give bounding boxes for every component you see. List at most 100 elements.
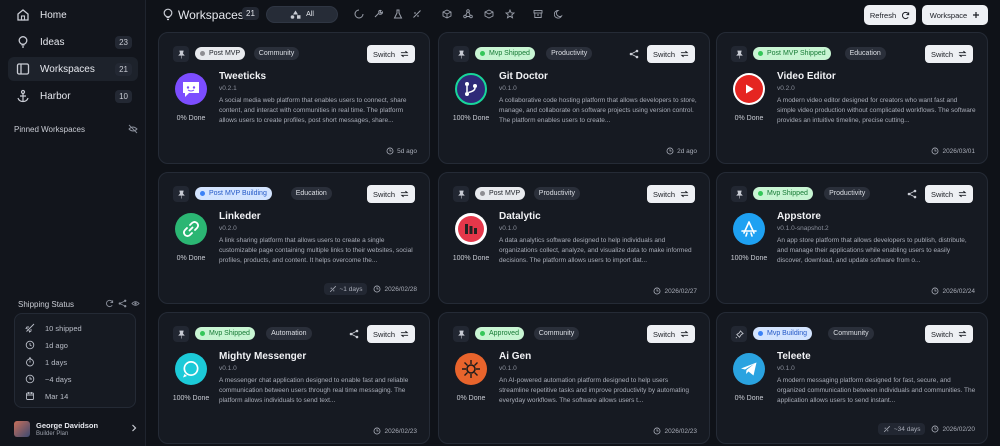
workspace-meta: 2026/02/23 bbox=[653, 427, 697, 435]
switch-button[interactable]: Switch bbox=[925, 45, 973, 63]
eta-chip: ~34 days bbox=[877, 423, 926, 435]
filter-loading-icon[interactable] bbox=[354, 9, 364, 22]
filter-tools-icon[interactable] bbox=[373, 9, 384, 22]
status-label: Post MVP Shipped bbox=[767, 50, 826, 57]
shipping-row: ~4 days bbox=[25, 374, 71, 384]
filter-star-icon[interactable] bbox=[504, 8, 516, 22]
workspace-version: v0.1.0 bbox=[499, 85, 517, 92]
swap-icon bbox=[400, 330, 409, 338]
workspace-meta: 5d ago bbox=[386, 147, 417, 155]
date-label: 2026/03/01 bbox=[942, 147, 975, 155]
status-badge: Post MVP bbox=[195, 47, 246, 60]
progress-label: 100% Done bbox=[452, 115, 490, 122]
share-icon[interactable] bbox=[118, 299, 127, 311]
workspace-name: Mighty Messenger bbox=[219, 351, 307, 362]
eye-off-icon[interactable] bbox=[128, 124, 138, 137]
switch-button[interactable]: Switch bbox=[647, 185, 695, 203]
filter-moon-icon[interactable] bbox=[553, 9, 564, 22]
pin-icon[interactable] bbox=[731, 326, 747, 342]
switch-button[interactable]: Switch bbox=[647, 45, 695, 63]
sidebar-item-home[interactable]: Home bbox=[8, 3, 138, 27]
avatar bbox=[14, 421, 30, 437]
progress-label: 0% Done bbox=[456, 395, 486, 402]
pin-icon[interactable] bbox=[173, 46, 189, 62]
pin-icon[interactable] bbox=[453, 326, 469, 342]
shipping-date: Mar 14 bbox=[45, 391, 69, 401]
workspace-meta: 2026/02/24 bbox=[931, 287, 975, 295]
pin-icon[interactable] bbox=[731, 186, 747, 202]
pin-icon[interactable] bbox=[173, 326, 189, 342]
swap-icon bbox=[400, 190, 409, 198]
filter-all-button[interactable]: All bbox=[266, 6, 338, 23]
swap-icon bbox=[958, 190, 967, 198]
workspace-name: Datalytic bbox=[499, 211, 541, 222]
user-plan: Builder Plan bbox=[36, 430, 69, 437]
switch-button[interactable]: Switch bbox=[367, 45, 415, 63]
eye-icon[interactable] bbox=[131, 299, 140, 311]
filter-cube-icon[interactable] bbox=[442, 9, 452, 22]
app-logo-bar-chart-icon bbox=[455, 213, 487, 245]
share-icon[interactable] bbox=[905, 187, 919, 201]
date-chip: 2026/02/23 bbox=[653, 427, 697, 435]
category-badge: Productivity bbox=[546, 47, 593, 60]
filter-flask-icon[interactable] bbox=[393, 9, 403, 22]
workspace-card[interactable]: Post MVP Productivity Switch 100% Done D… bbox=[438, 172, 710, 304]
workspace-meta: ~34 days 2026/02/20 bbox=[877, 423, 975, 435]
refresh-icon[interactable] bbox=[105, 299, 114, 311]
category-label: Productivity bbox=[551, 50, 588, 57]
workspace-card[interactable]: Post MVP Community Switch 0% Done Tweeti… bbox=[158, 32, 430, 164]
workspace-card[interactable]: Mvp Shipped Productivity Switch 100% Don… bbox=[438, 32, 710, 164]
sidebar-item-workspaces[interactable]: Workspaces 21 bbox=[8, 57, 138, 81]
share-icon[interactable] bbox=[627, 47, 641, 61]
user-menu[interactable]: George Davidson Builder Plan bbox=[14, 418, 138, 440]
switch-button[interactable]: Switch bbox=[925, 185, 973, 203]
category-badge: Education bbox=[844, 47, 886, 60]
status-badge: Mvp Shipped bbox=[753, 187, 813, 200]
add-workspace-button[interactable]: Workspace bbox=[922, 5, 988, 25]
pinned-workspaces-title: Pinned Workspaces bbox=[14, 125, 85, 134]
category-label: Community bbox=[833, 330, 869, 337]
workspace-icon bbox=[14, 60, 32, 78]
workspace-card[interactable]: Mvp Building Community Switch 0% Done Te… bbox=[716, 312, 988, 444]
pin-icon[interactable] bbox=[453, 46, 469, 62]
add-workspace-label: Workspace bbox=[929, 10, 968, 20]
switch-button[interactable]: Switch bbox=[925, 325, 973, 343]
clock-icon bbox=[654, 427, 661, 435]
filter-rocket-icon[interactable] bbox=[412, 9, 422, 22]
status-badge: Mvp Shipped bbox=[195, 327, 255, 340]
workspace-card[interactable]: Post MVP Building Education Switch 0% Do… bbox=[158, 172, 430, 304]
chevron-right-icon bbox=[130, 423, 138, 435]
workspace-version: v0.1.0-snapshot.2 bbox=[777, 225, 829, 232]
workspace-card[interactable]: Mvp Shipped Productivity Switch 100% Don… bbox=[716, 172, 988, 304]
app-logo-message-icon bbox=[175, 353, 207, 385]
progress-label: 0% Done bbox=[176, 255, 206, 262]
workspace-card[interactable]: Approved Community Switch 0% Done Ai Gen… bbox=[438, 312, 710, 444]
sidebar-item-harbor[interactable]: Harbor 10 bbox=[8, 84, 138, 108]
workspace-card[interactable]: Mvp Shipped Automation Switch 100% Done … bbox=[158, 312, 430, 444]
switch-label: Switch bbox=[652, 189, 676, 199]
sidebar-item-ideas[interactable]: Ideas 23 bbox=[8, 30, 138, 54]
workspace-name: Git Doctor bbox=[499, 71, 548, 82]
switch-button[interactable]: Switch bbox=[367, 185, 415, 203]
date-chip: 2026/02/28 bbox=[373, 283, 417, 295]
workspace-card[interactable]: Post MVP Shipped Education Switch 0% Don… bbox=[716, 32, 988, 164]
sidebar-item-label: Workspaces bbox=[40, 63, 95, 75]
workspace-version: v0.2.0 bbox=[219, 225, 237, 232]
pin-icon[interactable] bbox=[731, 46, 747, 62]
refresh-icon bbox=[902, 11, 910, 19]
workspace-version: v0.2.1 bbox=[219, 85, 237, 92]
pin-icon[interactable] bbox=[453, 186, 469, 202]
rocket-icon bbox=[883, 425, 890, 433]
refresh-button[interactable]: Refresh bbox=[864, 5, 916, 25]
shipping-row: 10 shipped bbox=[25, 323, 82, 333]
filter-nodes-icon[interactable] bbox=[463, 9, 473, 22]
app-logo-play-icon bbox=[733, 73, 765, 105]
filter-box-icon[interactable] bbox=[484, 9, 494, 22]
status-badge: Post MVP Building bbox=[195, 187, 272, 200]
switch-button[interactable]: Switch bbox=[647, 325, 695, 343]
status-badge: Approved bbox=[475, 327, 524, 340]
pin-icon[interactable] bbox=[173, 186, 189, 202]
share-icon[interactable] bbox=[347, 327, 361, 341]
filter-archive-icon[interactable] bbox=[533, 9, 543, 22]
switch-button[interactable]: Switch bbox=[367, 325, 415, 343]
